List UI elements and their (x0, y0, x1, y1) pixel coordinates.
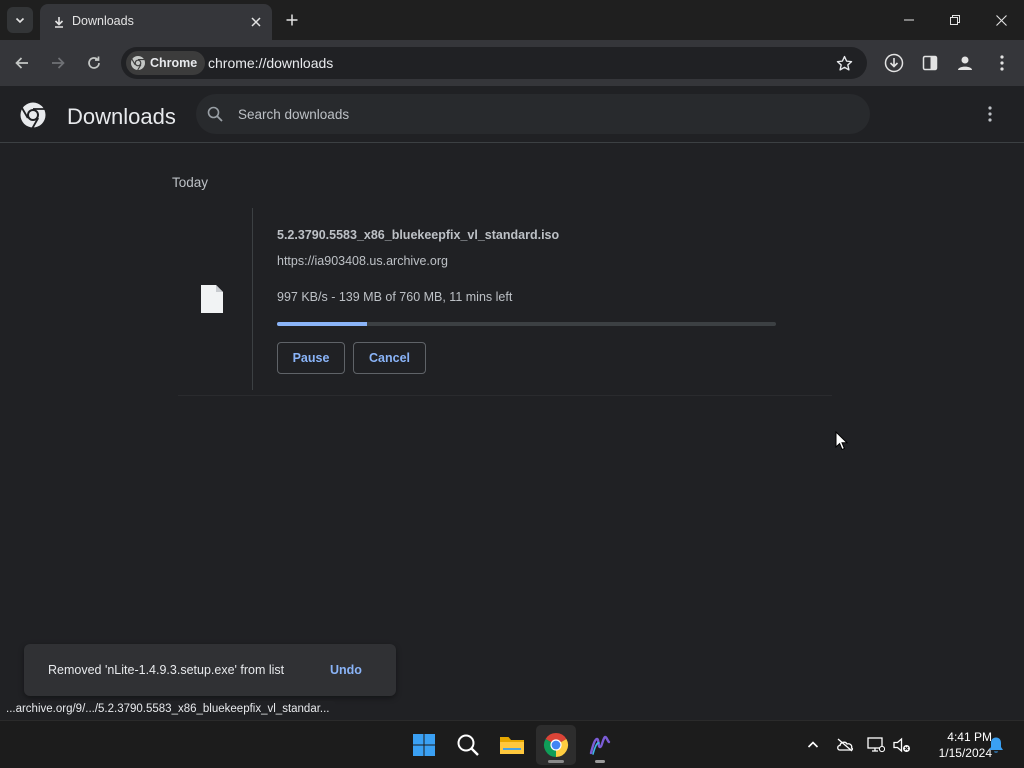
screen: Downloads Chrome chrome://downloads Down… (0, 0, 1024, 768)
forward-button[interactable] (47, 52, 69, 74)
close-icon (995, 14, 1007, 26)
network-icon (867, 737, 885, 753)
tray-overflow-button[interactable] (803, 735, 823, 755)
toast-message: Removed 'nLite-1.4.9.3.setup.exe' from l… (48, 663, 285, 677)
reload-button[interactable] (83, 52, 105, 74)
file-icon (201, 285, 223, 313)
arrow-left-icon (15, 57, 28, 69)
nlite-taskbar-button[interactable] (580, 725, 620, 765)
back-button[interactable] (11, 52, 33, 74)
item-divider (252, 208, 253, 390)
site-chip-label: Chrome (150, 56, 198, 70)
download-progress-bar (277, 322, 776, 326)
restore-icon (950, 15, 960, 25)
pause-button[interactable]: Pause (277, 342, 345, 374)
toolbar: Chrome chrome://downloads (0, 40, 1024, 86)
mouse-cursor-icon (835, 431, 849, 451)
tab-search-button[interactable] (7, 7, 33, 33)
close-icon (251, 17, 261, 27)
chrome-logo-icon (20, 102, 46, 129)
profile-icon (958, 56, 972, 70)
file-explorer-button[interactable] (492, 725, 532, 765)
side-panel-button[interactable] (918, 51, 942, 75)
taskbar-search-button[interactable] (448, 725, 488, 765)
date-section-heading: Today (172, 175, 209, 190)
download-item: 5.2.3790.5583_x86_bluekeepfix_vl_standar… (178, 208, 832, 396)
windows-logo-icon (413, 734, 435, 756)
network-tray-button[interactable] (866, 735, 886, 755)
taskbar-clock[interactable]: 4:41 PM 1/15/2024 (916, 729, 992, 761)
running-app-indicator (595, 760, 605, 763)
minimize-icon (904, 19, 914, 21)
toast: Removed 'nLite-1.4.9.3.setup.exe' from l… (24, 644, 396, 696)
omnibox[interactable]: Chrome chrome://downloads (121, 47, 867, 79)
active-app-indicator (548, 760, 564, 763)
close-window-button[interactable] (991, 10, 1011, 30)
downloads-toolbar-button[interactable] (882, 51, 906, 75)
volume-tray-button[interactable] (892, 735, 912, 755)
downloads-menu-button[interactable] (980, 104, 1000, 124)
clock-time: 4:41 PM (947, 730, 992, 744)
tab-strip: Downloads (0, 0, 1024, 40)
site-info-chip[interactable]: Chrome (126, 51, 206, 75)
download-status: 997 KB/s - 139 MB of 760 MB, 11 mins lef… (277, 290, 513, 304)
side-panel-icon (922, 55, 938, 71)
nlite-icon (589, 735, 611, 755)
clock-date: 1/15/2024 (938, 746, 992, 760)
tab-close-button[interactable] (246, 12, 266, 32)
start-button[interactable] (404, 725, 444, 765)
tab-title: Downloads (72, 14, 134, 28)
new-tab-button[interactable] (282, 10, 302, 30)
search-icon (457, 734, 479, 756)
cancel-button[interactable]: Cancel (353, 342, 426, 374)
downloads-header: Downloads (0, 86, 1024, 143)
more-vertical-icon (988, 106, 992, 122)
status-bar: ...archive.org/9/.../5.2.3790.5583_x86_b… (0, 701, 336, 720)
search-box[interactable] (196, 94, 870, 134)
onedrive-tray-button[interactable] (835, 735, 855, 755)
download-source-url[interactable]: https://ia903408.us.archive.org (277, 254, 448, 268)
chrome-taskbar-button[interactable] (536, 725, 576, 765)
restore-button[interactable] (945, 10, 965, 30)
bookmark-button[interactable] (833, 52, 855, 74)
browser-menu-button[interactable] (990, 51, 1014, 75)
star-icon (836, 55, 852, 71)
folder-icon (500, 737, 524, 754)
plus-icon (286, 14, 298, 26)
notifications-button[interactable] (986, 735, 1006, 755)
chrome-color-logo-icon (543, 733, 569, 757)
undo-button[interactable]: Undo (330, 663, 362, 677)
search-icon (207, 106, 223, 122)
chevron-down-icon (15, 17, 25, 24)
chrome-logo-icon (131, 56, 145, 71)
arrow-right-icon (52, 57, 65, 69)
minimize-button[interactable] (899, 10, 919, 30)
tab-downloads[interactable]: Downloads (40, 4, 272, 40)
download-icon (54, 17, 64, 28)
more-vertical-icon (1000, 55, 1004, 71)
download-file-name[interactable]: 5.2.3790.5583_x86_bluekeepfix_vl_standar… (277, 228, 559, 242)
download-progress-fill (277, 322, 367, 326)
profile-button[interactable] (953, 51, 977, 75)
taskbar: 4:41 PM 1/15/2024 (0, 720, 1024, 768)
page-title: Downloads (67, 104, 176, 129)
volume-muted-icon (893, 737, 910, 753)
download-circle-icon (884, 53, 904, 73)
search-input[interactable] (238, 104, 838, 124)
reload-icon (88, 56, 100, 69)
chevron-up-icon (807, 741, 819, 748)
bell-icon (989, 737, 1003, 753)
cloud-offline-icon (837, 738, 854, 752)
url-text[interactable]: chrome://downloads (208, 55, 333, 71)
